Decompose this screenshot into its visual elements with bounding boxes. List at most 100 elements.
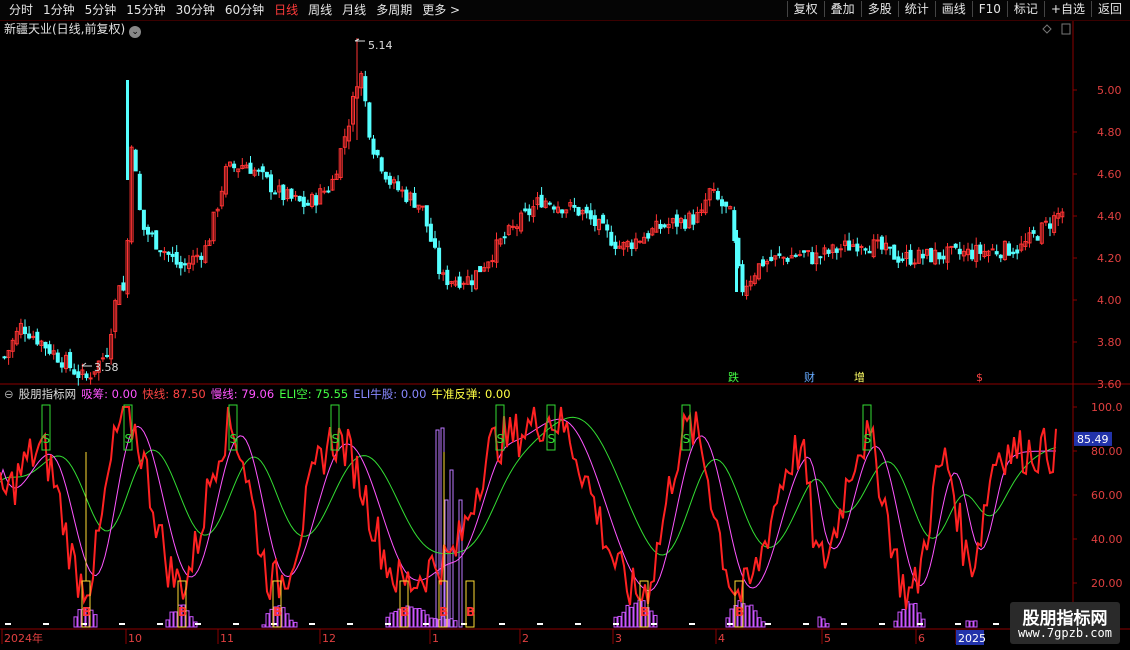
candle-body [400, 189, 405, 192]
sell-signal-label-3: S [332, 432, 340, 446]
candle-body [260, 166, 265, 173]
ind-tick-label-2: 60.00 [1091, 489, 1123, 502]
indicator-value-4: ELI牛股: 0.00 [353, 387, 427, 401]
candle-body [994, 251, 999, 255]
indicator-value-3: ELI空: 75.55 [279, 387, 349, 401]
accumulation-bar [625, 604, 630, 628]
candle-body [166, 251, 171, 255]
candle-body [715, 191, 720, 200]
candle-body [379, 157, 384, 172]
time-label-5: 2 [522, 632, 529, 645]
candle-body [88, 377, 93, 380]
candle-body [84, 373, 89, 379]
indicator-value-1: 快线: 87.50 [142, 387, 206, 401]
accumulation-bar [165, 619, 170, 628]
price-tick-label-3: 4.40 [1097, 210, 1122, 223]
accumulation-bar [745, 605, 750, 628]
candle-body [256, 169, 261, 172]
candle-body [523, 208, 528, 212]
indicator-settings-icon[interactable]: ⊖ [4, 387, 14, 401]
indicator-value-0: 吸筹: 0.00 [81, 387, 138, 401]
buy-signal-label-6: B [640, 605, 649, 619]
buy-signal-label-3: B [400, 605, 409, 619]
candle-body [47, 344, 52, 354]
candle-body [888, 246, 893, 249]
buy-signal-box-5 [465, 580, 475, 628]
watermark-badge: 股朋指标网 www.7gpzb.com [1010, 602, 1120, 644]
current-value-label: 85.49 [1077, 433, 1109, 446]
accumulation-bar [173, 611, 178, 628]
ind-tick-label-3: 40.00 [1091, 533, 1123, 546]
candle-body [150, 232, 155, 235]
candle-body [146, 226, 150, 235]
candles [2, 70, 1065, 386]
candle-body [158, 250, 163, 253]
candle-body [387, 175, 392, 185]
accumulation-bar [189, 616, 194, 628]
kline-chart[interactable]: 5.00 4.80 4.60 4.40 4.20 4.00 3.80 3.60 5.14 3.58… [0, 0, 1130, 650]
candle-body [797, 254, 802, 257]
candle-body [1043, 220, 1048, 223]
candle-body [281, 184, 286, 201]
accumulation-bar [725, 617, 730, 628]
candle-body [199, 255, 204, 260]
candle-body [838, 248, 843, 251]
candle-body [781, 256, 786, 259]
candle-body [289, 188, 294, 199]
candle-body [76, 371, 81, 378]
candle-body [539, 194, 544, 208]
accumulation-bar [817, 616, 822, 628]
candle-body [863, 248, 868, 251]
candle-body [912, 262, 917, 265]
candle-body [691, 214, 696, 225]
candle-body [154, 230, 159, 250]
candle-body [301, 196, 306, 207]
candle-body [273, 192, 278, 195]
candle-body [27, 333, 32, 339]
candle-body [592, 215, 597, 226]
candle-body [576, 206, 581, 216]
candle-body [1007, 243, 1011, 256]
candle-body [572, 205, 577, 208]
candle-body [662, 224, 667, 228]
indicator-value-2: 慢线: 79.06 [210, 387, 275, 401]
candle-body [605, 224, 610, 231]
accumulation-bar [901, 608, 906, 628]
candle-body [560, 209, 565, 214]
candle-body [941, 255, 946, 260]
candle-body [59, 362, 64, 368]
candle-body [162, 251, 167, 254]
indicator-header: ⊖ 股朋指标网 吸筹: 0.00 快线: 87.50 慢线: 79.06 ELI空: 75… [4, 386, 516, 402]
high-label: 5.14 [368, 39, 393, 52]
candle-body [892, 244, 897, 260]
accumulation-bar [909, 603, 914, 628]
candle-body [502, 236, 507, 239]
candle-body [674, 214, 679, 227]
candle-body [629, 242, 634, 249]
candle-body [609, 231, 614, 246]
accumulation-bar [965, 620, 970, 628]
candle-body [588, 210, 593, 220]
candle-body [367, 102, 372, 138]
accumulation-bar [913, 602, 918, 628]
sell-signal-label-4: S [497, 432, 505, 446]
candle-body [896, 256, 901, 263]
price-tick-label-1: 4.80 [1097, 126, 1122, 139]
buy-signal-label-7: B [735, 605, 744, 619]
candle-body [55, 352, 60, 363]
ind-tick-label-0: 100.0 [1091, 401, 1123, 414]
candle-body [43, 341, 48, 349]
candle-body [547, 202, 552, 205]
ind-tick-label-1: 80.00 [1091, 445, 1123, 458]
candle-body [740, 264, 745, 293]
event-marker-3: $ [976, 371, 983, 384]
price-tick-label-7: 3.60 [1097, 378, 1122, 391]
candle-body [170, 253, 175, 257]
candle-body [990, 248, 995, 251]
price-tick-label-5: 4.00 [1097, 294, 1122, 307]
diamond-icon [1042, 24, 1052, 34]
accumulation-bar [821, 618, 826, 628]
accumulation-bar [653, 614, 658, 628]
candle-body [998, 254, 1003, 259]
accumulation-bar [393, 610, 398, 628]
